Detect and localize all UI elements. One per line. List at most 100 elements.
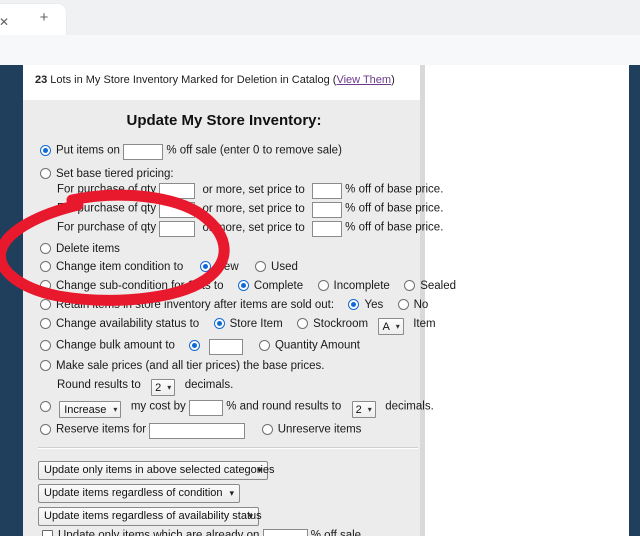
- label-tier3-prefix: For purchase of qty: [57, 221, 157, 234]
- input-tier2-pct[interactable]: [311, 202, 342, 218]
- select-category-filter[interactable]: Update only items in above selected cate…: [38, 461, 275, 480]
- radio-put-items-on-sale[interactable]: [40, 144, 51, 156]
- input-reserve-for[interactable]: [149, 423, 246, 439]
- row-delete-items: Delete items: [40, 243, 120, 255]
- label-reserve-items: Reserve items for: [56, 423, 147, 436]
- label-tier3-suffix: % off of base price.: [345, 221, 444, 234]
- input-bulk-amount[interactable]: [208, 339, 243, 355]
- row-tier-2: For purchase of qty or more, set price t…: [57, 202, 443, 218]
- browser-window: ✕ + ↻ 🔒 ≡° https://www.bricklink.com/inv…: [0, 0, 640, 536]
- row-round-results: Round results to 2 decimals.: [57, 379, 233, 396]
- label-change-availability: Change availability status to: [56, 318, 200, 330]
- label-put-items-on: Put items on: [56, 144, 120, 157]
- label-retain-yes: Yes: [364, 299, 384, 311]
- label-tier2-prefix: For purchase of qty: [57, 202, 157, 215]
- site-left-band: [0, 65, 23, 536]
- label-cost-pct: % and round results to: [226, 400, 342, 413]
- page-title: Update My Store Inventory:: [126, 112, 322, 129]
- row-set-tiered-pricing: Set base tiered pricing:: [40, 168, 174, 180]
- radio-set-tiered-pricing[interactable]: [40, 168, 51, 179]
- row-change-availability: Change availability status to Store Item…: [40, 318, 436, 335]
- label-sub-complete: Complete: [253, 280, 304, 292]
- browser-tab[interactable]: ✕: [0, 4, 66, 35]
- label-tier1-prefix: For purchase of qty: [57, 183, 157, 196]
- row-make-sale-base: Make sale prices (and all tier prices) t…: [40, 360, 324, 372]
- row-retain-items: Retain items in store inventory after it…: [40, 299, 428, 311]
- radio-make-sale-base[interactable]: [40, 360, 51, 371]
- view-them-link[interactable]: View Them: [336, 74, 391, 86]
- radio-sub-complete[interactable]: [237, 280, 249, 291]
- label-change-bulk: Change bulk amount to: [56, 339, 175, 352]
- radio-change-bulk-amount[interactable]: [40, 339, 51, 351]
- radio-quantity-amount[interactable]: [258, 339, 270, 351]
- row-put-items-on-sale: Put items on % off sale (enter 0 to remo…: [40, 144, 342, 160]
- close-icon[interactable]: ✕: [0, 14, 12, 30]
- url-bar: ↻ 🔒 ≡° https://www.bricklink.com/invento…: [0, 35, 640, 98]
- radio-unreserve-items[interactable]: [261, 423, 273, 435]
- radio-sub-incomplete[interactable]: [317, 280, 329, 291]
- input-tier1-pct[interactable]: [311, 183, 342, 199]
- row-change-item-condition: Change item condition to New Used: [40, 261, 298, 273]
- deletion-notice-text: Lots in My Store Inventory Marked for De…: [47, 74, 337, 86]
- label-avail-store-item: Store Item: [229, 318, 283, 330]
- input-cost-percent[interactable]: [188, 400, 223, 416]
- label-round-suffix: decimals.: [184, 379, 234, 391]
- radio-condition-used[interactable]: [255, 261, 267, 272]
- label-put-items-suffix: % off sale (enter 0 to remove sale): [166, 144, 342, 157]
- label-retain-no: No: [413, 299, 429, 311]
- label-retain-items: Retain items in store inventory after it…: [56, 299, 335, 311]
- input-already-on-percent[interactable]: [262, 529, 308, 536]
- label-cost-suffix: decimals.: [385, 400, 434, 413]
- radio-retain-no[interactable]: [397, 299, 409, 310]
- input-tier1-qty[interactable]: [159, 183, 196, 199]
- label-round-prefix: Round results to: [57, 379, 141, 391]
- label-already-on-suffix: % off sale: [310, 529, 362, 536]
- plus-icon[interactable]: +: [35, 9, 53, 27]
- checkbox-already-on-sale[interactable]: [42, 529, 53, 536]
- select-cost-round-decimals[interactable]: 2: [351, 400, 376, 418]
- tab-strip: ✕ +: [0, 0, 640, 35]
- row-reserve-items: Reserve items for Unreserve items: [40, 423, 361, 439]
- radio-change-subcondition[interactable]: [40, 280, 51, 291]
- select-stockroom[interactable]: A: [378, 318, 404, 335]
- deletion-count: 23: [35, 74, 48, 86]
- select-cost-direction[interactable]: Increase: [59, 400, 122, 418]
- radio-delete-items[interactable]: [40, 243, 51, 254]
- input-sale-percent[interactable]: [123, 144, 164, 160]
- radio-change-availability[interactable]: [40, 318, 51, 329]
- label-tiered-pricing: Set base tiered pricing:: [56, 168, 174, 180]
- deletion-notice: 23 Lots in My Store Inventory Marked for…: [35, 74, 395, 86]
- label-quantity-amount: Quantity Amount: [274, 339, 360, 352]
- label-condition-used: Used: [271, 261, 298, 273]
- radio-retain-yes[interactable]: [348, 299, 360, 310]
- site-right-band: [629, 65, 640, 536]
- radio-sub-sealed[interactable]: [404, 280, 416, 291]
- radio-bulk-value[interactable]: [189, 339, 201, 351]
- radio-condition-new[interactable]: [199, 261, 211, 272]
- label-tier3-middle: or more, set price to: [202, 221, 305, 234]
- section-divider-highlight: [38, 448, 418, 449]
- input-tier3-pct[interactable]: [311, 221, 342, 237]
- row-change-subcondition: Change sub-condition for Sets to Complet…: [40, 280, 456, 292]
- label-make-sale-base: Make sale prices (and all tier prices) t…: [56, 360, 325, 372]
- select-availability-filter[interactable]: Update items regardless of availability …: [38, 507, 262, 526]
- radio-reserve-items[interactable]: [40, 423, 51, 435]
- radio-avail-stockroom[interactable]: [297, 318, 309, 329]
- select-round-decimals[interactable]: 2: [151, 379, 176, 396]
- label-tier1-middle: or more, set price to: [202, 183, 305, 196]
- input-tier2-qty[interactable]: [159, 202, 196, 218]
- label-delete-items: Delete items: [56, 243, 120, 255]
- radio-retain-items[interactable]: [40, 299, 51, 310]
- label-tier2-suffix: % off of base price.: [345, 202, 444, 215]
- label-tier2-middle: or more, set price to: [202, 202, 305, 215]
- radio-change-item-condition[interactable]: [40, 261, 51, 272]
- select-condition-filter[interactable]: Update items regardless of condition: [38, 484, 240, 503]
- radio-adjust-cost[interactable]: [40, 400, 51, 412]
- row-already-on-sale-filter: Update only items which are already on %…: [42, 529, 361, 536]
- row-adjust-cost: Increase my cost by % and round results …: [40, 400, 434, 418]
- row-change-bulk-amount: Change bulk amount to Quantity Amount: [40, 339, 360, 355]
- input-tier3-qty[interactable]: [159, 221, 196, 237]
- deletion-notice-end: ): [391, 74, 395, 86]
- radio-avail-store-item[interactable]: [213, 318, 225, 329]
- label-avail-stockroom: Stockroom: [313, 318, 369, 330]
